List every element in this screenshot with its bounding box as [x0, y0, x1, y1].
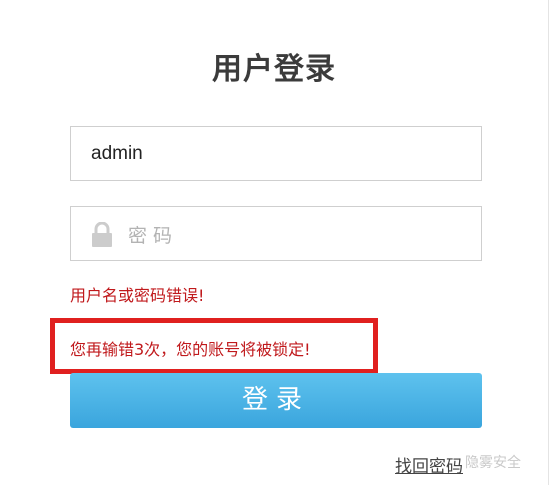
watermark-text: 隐雾安全: [465, 455, 521, 471]
page-title: 用户登录: [212, 52, 336, 87]
username-field[interactable]: admin: [70, 126, 482, 181]
login-panel: 用户登录 admin 密码 用户名或密码错误! 您再输错3次，您的账号将被锁定!…: [0, 0, 549, 485]
password-placeholder: 密码: [128, 225, 179, 247]
lockout-warning-message: 您再输错3次，您的账号将被锁定!: [70, 340, 311, 359]
password-field[interactable]: 密码: [70, 206, 482, 261]
lock-icon: [92, 222, 112, 247]
forgot-password-link[interactable]: 找回密码: [395, 452, 463, 477]
username-value: admin: [91, 143, 143, 164]
login-button[interactable]: 登录: [70, 373, 482, 428]
error-message: 用户名或密码错误!: [70, 286, 205, 305]
